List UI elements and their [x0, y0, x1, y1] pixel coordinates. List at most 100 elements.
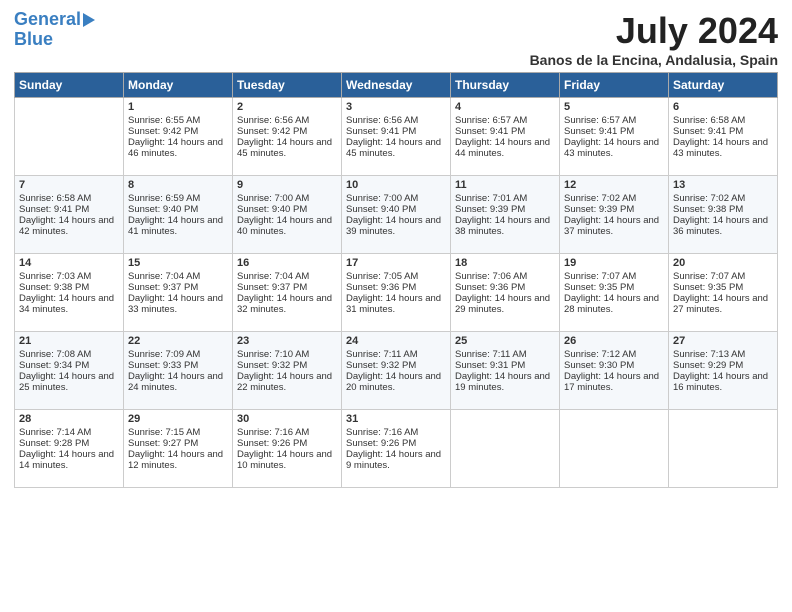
sunrise-text: Sunrise: 6:58 AM — [19, 193, 91, 204]
day-cell: 18Sunrise: 7:06 AMSunset: 9:36 PMDayligh… — [451, 254, 560, 332]
sunrise-text: Sunrise: 7:02 AM — [564, 193, 636, 204]
sunrise-text: Sunrise: 7:01 AM — [455, 193, 527, 204]
calendar-page: General Blue July 2024 Banos de la Encin… — [0, 0, 792, 612]
sunrise-text: Sunrise: 6:56 AM — [237, 115, 309, 126]
sunset-text: Sunset: 9:41 PM — [564, 126, 634, 137]
col-tuesday: Tuesday — [233, 73, 342, 98]
day-number: 31 — [346, 413, 446, 425]
sunrise-text: Sunrise: 7:11 AM — [455, 349, 527, 360]
day-cell: 8Sunrise: 6:59 AMSunset: 9:40 PMDaylight… — [124, 176, 233, 254]
calendar-table: Sunday Monday Tuesday Wednesday Thursday… — [14, 72, 778, 488]
sunset-text: Sunset: 9:37 PM — [237, 282, 307, 293]
daylight-text: Daylight: 14 hours and 33 minutes. — [128, 293, 223, 315]
sunrise-text: Sunrise: 7:04 AM — [128, 271, 200, 282]
day-cell: 17Sunrise: 7:05 AMSunset: 9:36 PMDayligh… — [342, 254, 451, 332]
day-cell: 2Sunrise: 6:56 AMSunset: 9:42 PMDaylight… — [233, 98, 342, 176]
daylight-text: Daylight: 14 hours and 38 minutes. — [455, 215, 550, 237]
sunrise-text: Sunrise: 7:03 AM — [19, 271, 91, 282]
sunrise-text: Sunrise: 7:12 AM — [564, 349, 636, 360]
sunset-text: Sunset: 9:42 PM — [237, 126, 307, 137]
sunrise-text: Sunrise: 7:05 AM — [346, 271, 418, 282]
sunrise-text: Sunrise: 6:57 AM — [455, 115, 527, 126]
week-row-2: 14Sunrise: 7:03 AMSunset: 9:38 PMDayligh… — [15, 254, 778, 332]
sunset-text: Sunset: 9:42 PM — [128, 126, 198, 137]
sunrise-text: Sunrise: 7:07 AM — [564, 271, 636, 282]
day-number: 26 — [564, 335, 664, 347]
daylight-text: Daylight: 14 hours and 20 minutes. — [346, 371, 441, 393]
daylight-text: Daylight: 14 hours and 32 minutes. — [237, 293, 332, 315]
day-cell: 15Sunrise: 7:04 AMSunset: 9:37 PMDayligh… — [124, 254, 233, 332]
col-wednesday: Wednesday — [342, 73, 451, 98]
logo-blue: Blue — [14, 30, 53, 50]
day-number: 23 — [237, 335, 337, 347]
daylight-text: Daylight: 14 hours and 10 minutes. — [237, 449, 332, 471]
day-number: 8 — [128, 179, 228, 191]
day-number: 28 — [19, 413, 119, 425]
day-cell: 16Sunrise: 7:04 AMSunset: 9:37 PMDayligh… — [233, 254, 342, 332]
day-number: 21 — [19, 335, 119, 347]
day-cell — [560, 410, 669, 488]
day-number: 20 — [673, 257, 773, 269]
day-cell — [15, 98, 124, 176]
daylight-text: Daylight: 14 hours and 44 minutes. — [455, 137, 550, 159]
daylight-text: Daylight: 14 hours and 9 minutes. — [346, 449, 441, 471]
sunrise-text: Sunrise: 7:16 AM — [237, 427, 309, 438]
week-row-0: 1Sunrise: 6:55 AMSunset: 9:42 PMDaylight… — [15, 98, 778, 176]
sunset-text: Sunset: 9:41 PM — [19, 204, 89, 215]
daylight-text: Daylight: 14 hours and 25 minutes. — [19, 371, 114, 393]
sunrise-text: Sunrise: 7:11 AM — [346, 349, 418, 360]
sunset-text: Sunset: 9:35 PM — [564, 282, 634, 293]
day-number: 18 — [455, 257, 555, 269]
daylight-text: Daylight: 14 hours and 29 minutes. — [455, 293, 550, 315]
title-block: July 2024 Banos de la Encina, Andalusia,… — [530, 10, 778, 68]
sunrise-text: Sunrise: 7:13 AM — [673, 349, 745, 360]
daylight-text: Daylight: 14 hours and 34 minutes. — [19, 293, 114, 315]
sunset-text: Sunset: 9:33 PM — [128, 360, 198, 371]
sunrise-text: Sunrise: 7:09 AM — [128, 349, 200, 360]
sunrise-text: Sunrise: 6:56 AM — [346, 115, 418, 126]
day-cell: 6Sunrise: 6:58 AMSunset: 9:41 PMDaylight… — [669, 98, 778, 176]
day-number: 5 — [564, 101, 664, 113]
day-cell: 19Sunrise: 7:07 AMSunset: 9:35 PMDayligh… — [560, 254, 669, 332]
day-cell: 12Sunrise: 7:02 AMSunset: 9:39 PMDayligh… — [560, 176, 669, 254]
day-number: 27 — [673, 335, 773, 347]
day-cell: 5Sunrise: 6:57 AMSunset: 9:41 PMDaylight… — [560, 98, 669, 176]
daylight-text: Daylight: 14 hours and 37 minutes. — [564, 215, 659, 237]
sunrise-text: Sunrise: 7:14 AM — [19, 427, 91, 438]
sunset-text: Sunset: 9:37 PM — [128, 282, 198, 293]
page-header: General Blue July 2024 Banos de la Encin… — [14, 10, 778, 68]
sunset-text: Sunset: 9:41 PM — [455, 126, 525, 137]
day-number: 24 — [346, 335, 446, 347]
sunset-text: Sunset: 9:36 PM — [455, 282, 525, 293]
sunset-text: Sunset: 9:35 PM — [673, 282, 743, 293]
daylight-text: Daylight: 14 hours and 41 minutes. — [128, 215, 223, 237]
sunset-text: Sunset: 9:41 PM — [346, 126, 416, 137]
day-cell: 10Sunrise: 7:00 AMSunset: 9:40 PMDayligh… — [342, 176, 451, 254]
day-cell — [451, 410, 560, 488]
sunset-text: Sunset: 9:31 PM — [455, 360, 525, 371]
day-cell: 9Sunrise: 7:00 AMSunset: 9:40 PMDaylight… — [233, 176, 342, 254]
month-year-title: July 2024 — [530, 10, 778, 52]
day-cell: 3Sunrise: 6:56 AMSunset: 9:41 PMDaylight… — [342, 98, 451, 176]
sunrise-text: Sunrise: 7:00 AM — [237, 193, 309, 204]
daylight-text: Daylight: 14 hours and 43 minutes. — [673, 137, 768, 159]
daylight-text: Daylight: 14 hours and 39 minutes. — [346, 215, 441, 237]
sunset-text: Sunset: 9:38 PM — [19, 282, 89, 293]
day-cell: 25Sunrise: 7:11 AMSunset: 9:31 PMDayligh… — [451, 332, 560, 410]
col-friday: Friday — [560, 73, 669, 98]
col-saturday: Saturday — [669, 73, 778, 98]
sunset-text: Sunset: 9:40 PM — [346, 204, 416, 215]
sunset-text: Sunset: 9:40 PM — [237, 204, 307, 215]
daylight-text: Daylight: 14 hours and 43 minutes. — [564, 137, 659, 159]
week-row-3: 21Sunrise: 7:08 AMSunset: 9:34 PMDayligh… — [15, 332, 778, 410]
header-row: Sunday Monday Tuesday Wednesday Thursday… — [15, 73, 778, 98]
day-cell: 26Sunrise: 7:12 AMSunset: 9:30 PMDayligh… — [560, 332, 669, 410]
sunrise-text: Sunrise: 6:59 AM — [128, 193, 200, 204]
day-number: 9 — [237, 179, 337, 191]
sunset-text: Sunset: 9:34 PM — [19, 360, 89, 371]
daylight-text: Daylight: 14 hours and 14 minutes. — [19, 449, 114, 471]
day-number: 30 — [237, 413, 337, 425]
day-number: 29 — [128, 413, 228, 425]
sunset-text: Sunset: 9:29 PM — [673, 360, 743, 371]
sunrise-text: Sunrise: 7:07 AM — [673, 271, 745, 282]
